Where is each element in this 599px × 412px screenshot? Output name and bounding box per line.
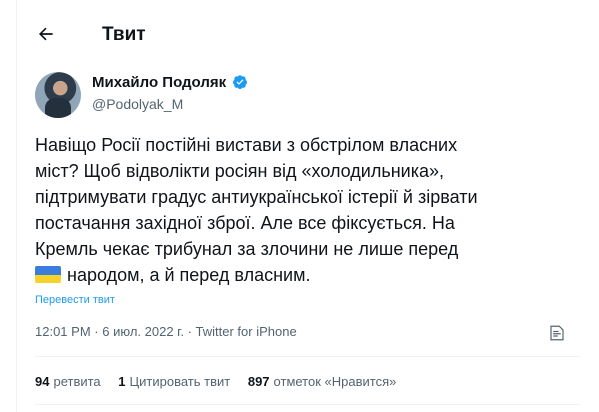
author-name-text[interactable]: Михайло Подоляк bbox=[92, 74, 226, 91]
retweets-stat[interactable]: 94 ретвита bbox=[35, 374, 101, 389]
tweet-line: підтримувати градус антиукраїнської істе… bbox=[35, 187, 478, 207]
likes-count: 897 bbox=[247, 374, 270, 389]
meta-separator: · bbox=[187, 324, 192, 339]
page-title: Твит bbox=[102, 24, 146, 45]
tweet-meta: 12:01 PM · 6 июл. 2022 г. · Twitter for … bbox=[35, 324, 297, 339]
tweet-date[interactable]: 6 июл. 2022 г. bbox=[102, 324, 184, 339]
author-name[interactable]: Михайло Подоляк bbox=[92, 74, 248, 91]
translate-link[interactable]: Перевести твит bbox=[35, 294, 115, 306]
tweet-line-text: народом, а й перед власним. bbox=[67, 265, 311, 285]
author-handle[interactable]: @Podolyak_M bbox=[92, 96, 183, 112]
quotes-stat[interactable]: 1 Цитировать твит bbox=[118, 374, 230, 389]
tweet-line: постачання західної зброї. Але все фіксу… bbox=[35, 213, 455, 233]
retweets-count: 94 bbox=[35, 374, 50, 389]
tweet-line: Кремль чекає трибунал за злочини не лише… bbox=[35, 239, 459, 259]
quotes-count: 1 bbox=[118, 374, 126, 389]
tweet-time[interactable]: 12:01 PM bbox=[35, 324, 91, 339]
avatar[interactable] bbox=[35, 72, 81, 118]
tweet-line: Навіщо Росії постійні вистави з обстріло… bbox=[35, 135, 458, 155]
meta-separator: · bbox=[94, 324, 99, 339]
tweet-stats: 94 ретвита 1 Цитировать твит 897 отметок «Н… bbox=[35, 374, 410, 389]
divider bbox=[35, 404, 580, 405]
tweet-text: Навіщо Росії постійні вистави з обстріло… bbox=[35, 132, 580, 288]
quotes-label: Цитировать твит bbox=[129, 374, 231, 389]
page-header: Твит bbox=[16, 14, 576, 58]
retweets-label: ретвита bbox=[53, 374, 101, 389]
analytics-icon[interactable] bbox=[548, 324, 566, 342]
tweet-line-with-flag: народом, а й перед власним. bbox=[35, 262, 580, 288]
likes-stat[interactable]: 897 отметок «Нравится» bbox=[248, 374, 397, 389]
ukraine-flag-icon bbox=[35, 266, 61, 283]
verified-badge-icon bbox=[233, 75, 248, 90]
likes-label: отметок «Нравится» bbox=[273, 374, 397, 389]
arrow-left-icon[interactable] bbox=[36, 24, 56, 44]
tweet-source[interactable]: Twitter for iPhone bbox=[196, 324, 297, 339]
divider bbox=[35, 356, 580, 357]
tweet-line: міст? Щоб відволікти росіян від «холодил… bbox=[35, 161, 444, 181]
